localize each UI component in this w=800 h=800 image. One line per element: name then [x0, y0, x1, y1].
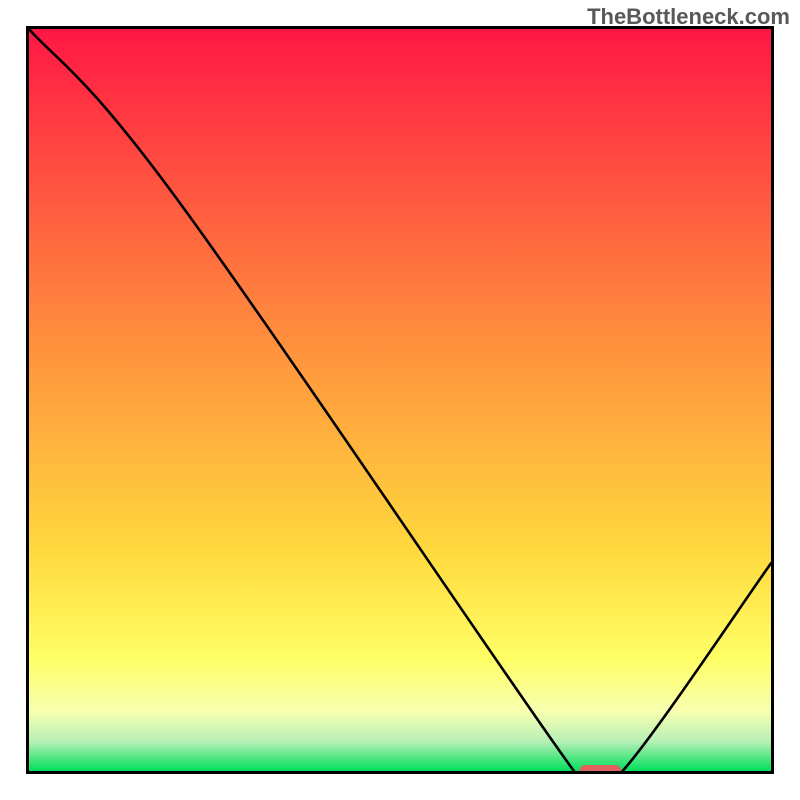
target-marker [579, 765, 621, 771]
chart-svg [29, 29, 771, 771]
watermark-text: TheBottleneck.com [587, 4, 790, 30]
background-gradient [29, 29, 771, 771]
plot-area [26, 26, 774, 774]
chart-container: TheBottleneck.com [0, 0, 800, 800]
